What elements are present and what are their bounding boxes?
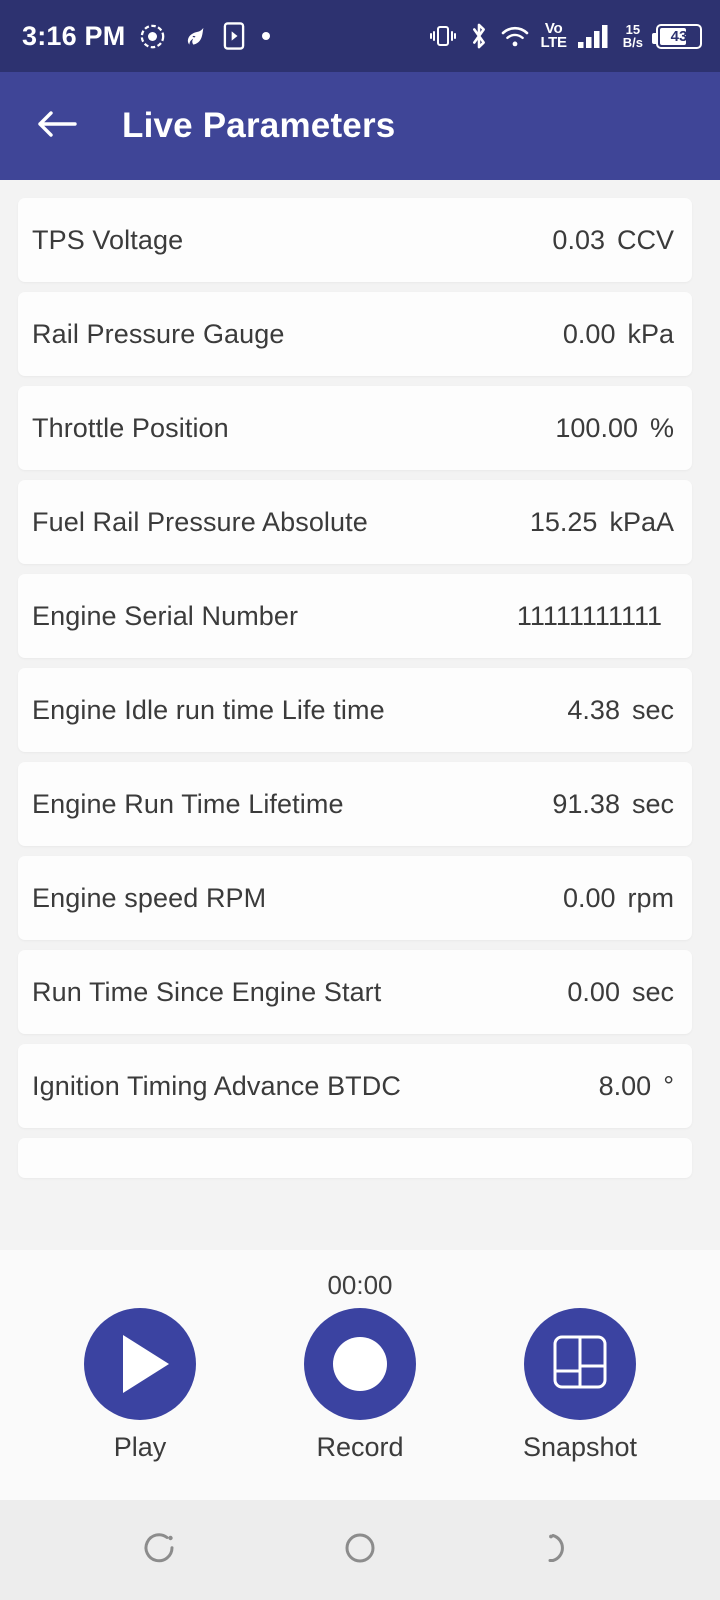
parameter-unit: rpm [627, 882, 675, 913]
status-bar: 3:16 PM Vo LTE 15 B/s 43 [0, 0, 720, 72]
snapshot-button-circle [524, 1308, 636, 1420]
table-row[interactable]: Ignition Timing Advance BTDC 8.00 ° [18, 1044, 692, 1128]
parameter-reading: 100.00 % [555, 413, 674, 444]
back-nav-button[interactable] [525, 1515, 595, 1585]
parameter-value: 0.03 [552, 224, 605, 255]
parameter-label: TPS Voltage [32, 224, 184, 255]
page-title: Live Parameters [122, 106, 396, 145]
parameter-label: Ignition Timing Advance BTDC [32, 1070, 401, 1101]
parameter-reading: 91.38 sec [552, 789, 674, 820]
play-button-label: Play [113, 1432, 167, 1462]
snapshot-button[interactable]: Snapshot [485, 1268, 675, 1463]
table-row[interactable]: Engine Idle run time Life time 4.38 sec [18, 668, 692, 752]
table-row[interactable]: Engine speed RPM 0.00 rpm [18, 856, 692, 940]
home-circle-icon [339, 1527, 381, 1574]
recents-icon [139, 1527, 181, 1574]
status-bar-right: Vo LTE 15 B/s 43 [429, 20, 702, 51]
data-rate-unit: B/s [622, 35, 643, 50]
parameter-reading: 8.00 ° [599, 1071, 674, 1102]
parameter-unit: sec [631, 976, 674, 1007]
parameter-reading: 0.03 CCV [552, 225, 674, 256]
parameter-reading: 0.00 rpm [563, 883, 674, 914]
parameter-value: 0.00 [562, 318, 616, 349]
back-icon [539, 1527, 581, 1574]
battery-icon: 43 [652, 23, 702, 49]
parameter-label: Throttle Position [32, 412, 229, 443]
parameter-label: Run Time Since Engine Start [32, 976, 382, 1007]
parameter-value: 15.25 [529, 506, 598, 537]
volte-indicator: Vo LTE [540, 20, 567, 51]
table-row[interactable]: Run Time Since Engine Start 0.00 sec [18, 950, 692, 1034]
bluetooth-icon [468, 22, 490, 50]
parameter-label: Fuel Rail Pressure Absolute [32, 506, 368, 537]
volte-bottom: LTE [540, 34, 567, 51]
home-button[interactable] [325, 1515, 395, 1585]
parameter-unit: sec [631, 694, 674, 725]
table-row[interactable]: Engine Run Time Lifetime 91.38 sec [18, 762, 692, 846]
battery-percent: 43 [670, 27, 688, 45]
parameter-unit: % [649, 412, 674, 443]
bird-app-icon [180, 22, 208, 50]
parameter-value: 91.38 [552, 788, 620, 819]
parameter-unit: CCV [616, 224, 674, 255]
play-button-circle [84, 1308, 196, 1420]
camera-privacy-icon [139, 23, 166, 50]
record-button[interactable]: 00:00 Record [265, 1268, 455, 1463]
parameter-reading: 15.25 kPaA [530, 507, 674, 538]
parameter-reading: 0.00 sec [567, 977, 674, 1008]
parameter-label: Engine Run Time Lifetime [32, 788, 344, 819]
vibrate-icon [429, 23, 457, 49]
record-button-circle [304, 1308, 416, 1420]
recents-button[interactable] [125, 1515, 195, 1585]
parameter-reading: 11111111111 [517, 601, 674, 632]
playback-controls: Play 00:00 Record Snapshot [0, 1250, 720, 1500]
parameter-value: 4.38 [567, 694, 620, 725]
parameter-value: 11111111111 [516, 600, 662, 631]
parameter-list[interactable]: TPS Voltage 0.03 CCV Rail Pressure Gauge… [0, 180, 720, 1250]
parameter-unit: kPa [627, 318, 674, 349]
table-row[interactable]: Fuel Rail Pressure Absolute 15.25 kPaA [18, 480, 692, 564]
parameter-label: Engine Idle run time Life time [32, 694, 385, 725]
wifi-icon [501, 25, 529, 48]
parameter-unit: sec [631, 788, 674, 819]
snapshot-button-label: Snapshot [522, 1432, 638, 1462]
parameter-label: Engine Serial Number [32, 600, 299, 631]
arrow-left-icon [36, 107, 78, 146]
app-bar: Live Parameters [0, 72, 720, 180]
play-button[interactable]: Play [45, 1268, 235, 1463]
data-rate-indicator: 15 B/s [623, 23, 643, 49]
android-nav-bar [0, 1500, 720, 1600]
parameter-reading: 0.00 kPa [563, 319, 674, 350]
status-bar-left: 3:16 PM [22, 21, 272, 52]
cast-screen-icon [222, 22, 246, 50]
record-button-label: Record [316, 1432, 404, 1462]
record-timer: 00:00 [327, 1270, 393, 1300]
parameter-unit: kPaA [609, 506, 674, 537]
record-icon [333, 1337, 387, 1391]
signal-bars-icon [577, 23, 612, 49]
dashboard-grid-icon [551, 1333, 609, 1396]
status-clock: 3:16 PM [22, 20, 126, 51]
parameter-value: 0.00 [567, 976, 620, 1007]
parameter-label: Engine speed RPM [32, 882, 267, 913]
live-parameters-screen: 3:16 PM Vo LTE 15 B/s 43 Live Parameters… [0, 0, 720, 1600]
play-icon [123, 1335, 169, 1393]
parameter-value: 8.00 [598, 1070, 652, 1101]
table-row-clipped[interactable] [18, 1138, 692, 1178]
table-row[interactable]: Engine Serial Number 11111111111 [18, 574, 692, 658]
parameter-value: 0.00 [562, 882, 616, 913]
parameter-reading: 4.38 sec [567, 695, 674, 726]
table-row[interactable]: TPS Voltage 0.03 CCV [18, 198, 692, 282]
back-button[interactable] [34, 103, 80, 149]
table-row[interactable]: Rail Pressure Gauge 0.00 kPa [18, 292, 692, 376]
table-row[interactable]: Throttle Position 100.00 % [18, 386, 692, 470]
parameter-unit: ° [663, 1070, 674, 1101]
dot-icon [260, 30, 272, 42]
parameter-value: 100.00 [555, 412, 638, 443]
parameter-label: Rail Pressure Gauge [32, 318, 285, 349]
